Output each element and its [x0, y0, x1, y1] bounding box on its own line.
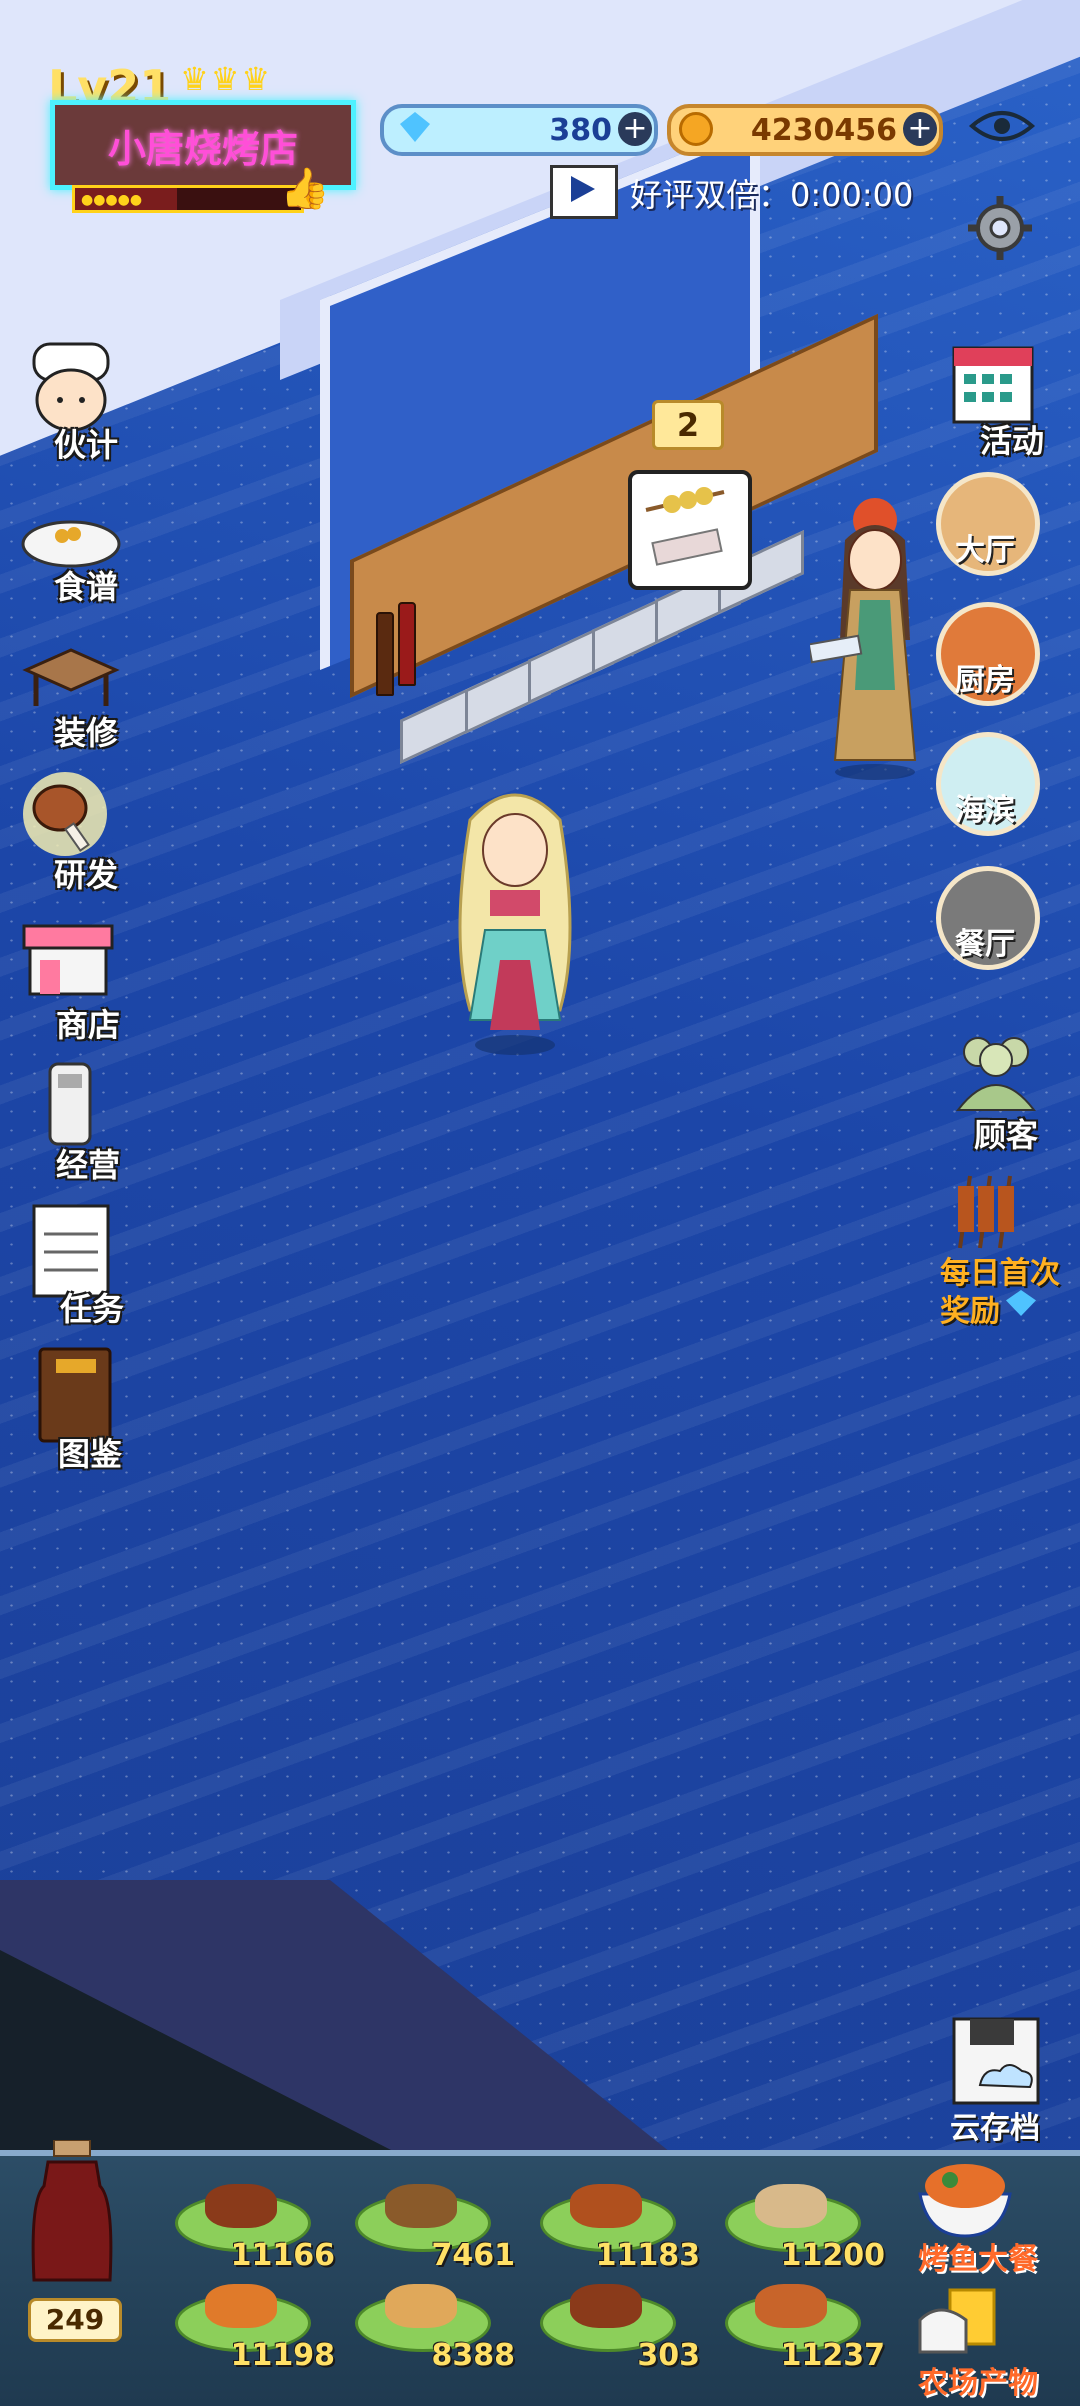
- menu-management[interactable]: 经营: [26, 1060, 146, 1184]
- gem-value: 380: [549, 113, 612, 148]
- menu-label: 经营: [56, 1146, 121, 1184]
- waiter-staff[interactable]: [810, 490, 940, 780]
- daily-first-reward[interactable]: 每日首次 奖励: [940, 1170, 1060, 1329]
- food-count: 11183: [595, 2238, 700, 2273]
- grilled-fish-feast-button[interactable]: 烤鱼大餐: [910, 2150, 1040, 2280]
- diamond-icon: [400, 112, 430, 142]
- food-count: 8388: [431, 2338, 516, 2373]
- gear-icon[interactable]: [966, 194, 1034, 262]
- coin-counter: 4230456 +: [667, 104, 943, 156]
- menu-tasks[interactable]: 任务: [26, 1200, 146, 1328]
- add-gems-button[interactable]: +: [618, 112, 652, 146]
- food-count: 11200: [780, 2238, 885, 2273]
- bottle: [376, 612, 394, 696]
- crown-icons: ♛♛♛: [180, 60, 273, 98]
- food-slot[interactable]: 11237: [715, 2280, 885, 2376]
- food-slot[interactable]: 11183: [530, 2180, 700, 2276]
- skewers-icon: [958, 1175, 1014, 1249]
- mermaid-customer[interactable]: [440, 780, 590, 1060]
- game-scene[interactable]: 2: [0, 0, 1080, 2400]
- sauce-count: 249: [28, 2298, 122, 2342]
- food-icon: [205, 2184, 277, 2228]
- watch-ad-button[interactable]: [550, 165, 618, 219]
- food-slot[interactable]: 8388: [345, 2280, 515, 2376]
- menu-staff[interactable]: 伙计: [16, 340, 136, 464]
- menu-encyclopedia[interactable]: 图鉴: [30, 1345, 150, 1473]
- shop-name: 小唐烧烤店: [107, 126, 298, 171]
- nav-label: 餐厅: [955, 927, 1015, 962]
- farm-products-button[interactable]: 农场产物: [910, 2280, 1040, 2401]
- nav-label: 海滨: [955, 793, 1015, 828]
- calendar-icon: [952, 346, 1034, 424]
- customers-icon: [955, 1037, 1037, 1111]
- menu-customers[interactable]: 顾客: [948, 1030, 1068, 1154]
- food-icon: [385, 2284, 457, 2328]
- nav-restaurant-button[interactable]: 餐厅: [936, 866, 1040, 970]
- food-slot[interactable]: 11166: [165, 2180, 335, 2276]
- menu-label: 伙计: [54, 426, 119, 464]
- order-bubble[interactable]: [628, 470, 752, 590]
- food-icon: [570, 2184, 642, 2228]
- nav-label: 大厅: [955, 533, 1015, 568]
- food-icon: [755, 2184, 827, 2228]
- food-icon: [570, 2284, 642, 2328]
- cloud-save-label: 云存档: [950, 2111, 1040, 2146]
- food-slot[interactable]: 11198: [165, 2280, 335, 2376]
- menu-label: 研发: [54, 856, 119, 894]
- menu-activity[interactable]: 活动: [950, 340, 1070, 460]
- double-review-timer: 好评双倍：0:00:00: [630, 176, 914, 214]
- food-count: 11237: [780, 2338, 885, 2373]
- calculator-icon: [48, 1062, 92, 1146]
- order-count-badge: 2: [652, 400, 724, 450]
- farm-products-label: 农场产物: [918, 2366, 1038, 2401]
- food-icon: [385, 2184, 457, 2228]
- food-count: 11198: [230, 2338, 335, 2373]
- food-count: 303: [637, 2338, 700, 2373]
- play-icon: [571, 176, 595, 202]
- coin-icon: [679, 112, 713, 146]
- food-slot[interactable]: 11200: [715, 2180, 885, 2276]
- level-progress-bar: ●●●●●: [72, 185, 304, 213]
- menu-label: 任务: [60, 1290, 125, 1328]
- menu-research[interactable]: 研发: [10, 770, 130, 894]
- menu-label: 顾客: [974, 1116, 1039, 1154]
- sauce-bottle-icon[interactable]: [30, 2140, 114, 2290]
- menu-label: 活动: [980, 422, 1045, 460]
- skewer-icon: [645, 487, 725, 566]
- food-slot[interactable]: 7461: [345, 2180, 515, 2276]
- nav-hall-button[interactable]: 大厅: [936, 472, 1040, 576]
- add-coins-button[interactable]: +: [903, 112, 937, 146]
- food-icon: [755, 2284, 827, 2328]
- eye-icon[interactable]: [968, 104, 1036, 148]
- menu-recipes[interactable]: 食谱: [16, 500, 136, 620]
- grilled-fish-label: 烤鱼大餐: [918, 2242, 1038, 2277]
- menu-label: 装修: [54, 714, 119, 752]
- gem-counter: 380 +: [380, 104, 658, 156]
- bottle: [398, 602, 416, 686]
- menu-label: 食谱: [54, 568, 119, 606]
- cloud-save-button[interactable]: 云存档: [950, 2015, 1080, 2146]
- nav-kitchen-button[interactable]: 厨房: [936, 602, 1040, 706]
- food-icon: [205, 2284, 277, 2328]
- storefront-icon: [22, 924, 114, 996]
- food-count: 11166: [230, 2238, 335, 2273]
- progress-dots: ●●●●●: [81, 192, 143, 208]
- menu-decorate[interactable]: 装修: [16, 640, 136, 760]
- food-slot[interactable]: 303: [530, 2280, 700, 2376]
- noodle-bowl-icon: [918, 2164, 1012, 2238]
- nav-label: 厨房: [955, 663, 1015, 698]
- nav-seaside-button[interactable]: 海滨: [936, 732, 1040, 836]
- farm-food-icon: [918, 2288, 996, 2354]
- reward-label-line2: 奖励: [940, 1294, 1000, 1329]
- menu-label: 商店: [56, 1006, 121, 1044]
- save-disk-icon: [952, 2017, 1040, 2105]
- coin-value: 4230456: [750, 113, 897, 148]
- thumbs-up-icon: 👍: [280, 166, 330, 212]
- food-count: 7461: [431, 2238, 516, 2273]
- menu-label: 图鉴: [58, 1435, 123, 1473]
- menu-shop[interactable]: 商店: [18, 920, 138, 1044]
